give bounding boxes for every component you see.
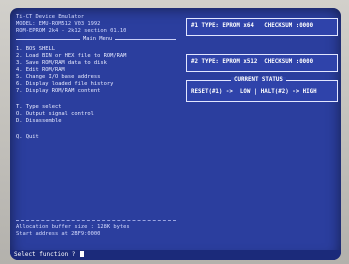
eprom-2-panel: #2 TYPE: EPROM x512 CHECKSUM :0000: [186, 54, 338, 72]
eprom-2-info: #2 TYPE: EPROM x512 CHECKSUM :0000: [191, 59, 314, 65]
current-status-panel: CURRENT STATUS RESET(#1) -> LOW | HALT(#…: [186, 77, 338, 102]
buffer-size-info: Allocation buffer size : 128K bytes: [16, 224, 130, 230]
main-menu-pane: Ti-CT Device Emulator MODEL: EMU-ROM512 …: [12, 10, 182, 250]
menu-item-display-content[interactable]: 7. Display ROM/RAM content: [16, 88, 100, 94]
current-status-line: RESET(#1) -> LOW | HALT(#2) -> HIGH: [191, 89, 317, 95]
info-divider: [16, 220, 176, 221]
command-prompt-bar[interactable]: Select function ?: [10, 250, 341, 260]
eprom-1-info: #1 TYPE: EPROM x64 CHECKSUM :0000: [191, 23, 314, 29]
current-status-title: CURRENT STATUS: [231, 77, 286, 84]
eprom-1-panel: #1 TYPE: EPROM x64 CHECKSUM :0000: [186, 18, 338, 36]
prompt-text: Select function ?: [14, 251, 80, 258]
menu-title-rule: Main Menu: [16, 36, 176, 42]
menu-item-edit-rom[interactable]: 4. Edit ROM/RAM: [16, 67, 65, 73]
menu-item-output-signal[interactable]: O. Output signal control: [16, 111, 94, 117]
menu-item-load-file[interactable]: 2. Load BIN or HEX file to ROM/RAM: [16, 53, 126, 59]
menu-item-quit[interactable]: Q. Quit: [16, 134, 39, 140]
menu-item-type-select[interactable]: T. Type select: [16, 104, 61, 110]
text-cursor: [80, 251, 85, 257]
menu-item-save-data[interactable]: 3. Save ROM/RAM data to disk: [16, 60, 107, 66]
header-line-1: Ti-CT Device Emulator: [16, 14, 85, 20]
terminal-screen: Ti-CT Device Emulator MODEL: EMU-ROM512 …: [10, 8, 341, 260]
menu-item-dos-shell[interactable]: 1. BOS SHELL: [16, 46, 55, 52]
menu-item-disassemble[interactable]: D. Disassemble: [16, 118, 61, 124]
menu-item-change-io[interactable]: 5. Change I/O base address: [16, 74, 100, 80]
header-line-3: ROM-EPROM 2k4 - 2k12 section 01.10: [16, 28, 127, 34]
menu-item-file-history[interactable]: 6. Display loaded file history: [16, 81, 113, 87]
command-prompt[interactable]: Select function ?: [14, 251, 85, 259]
header-line-2: MODEL: EMU-ROM512 V03 1992: [16, 21, 101, 27]
menu-title: Main Menu: [80, 36, 116, 42]
start-address-info: Start address at 2BF9:0000: [16, 231, 101, 237]
